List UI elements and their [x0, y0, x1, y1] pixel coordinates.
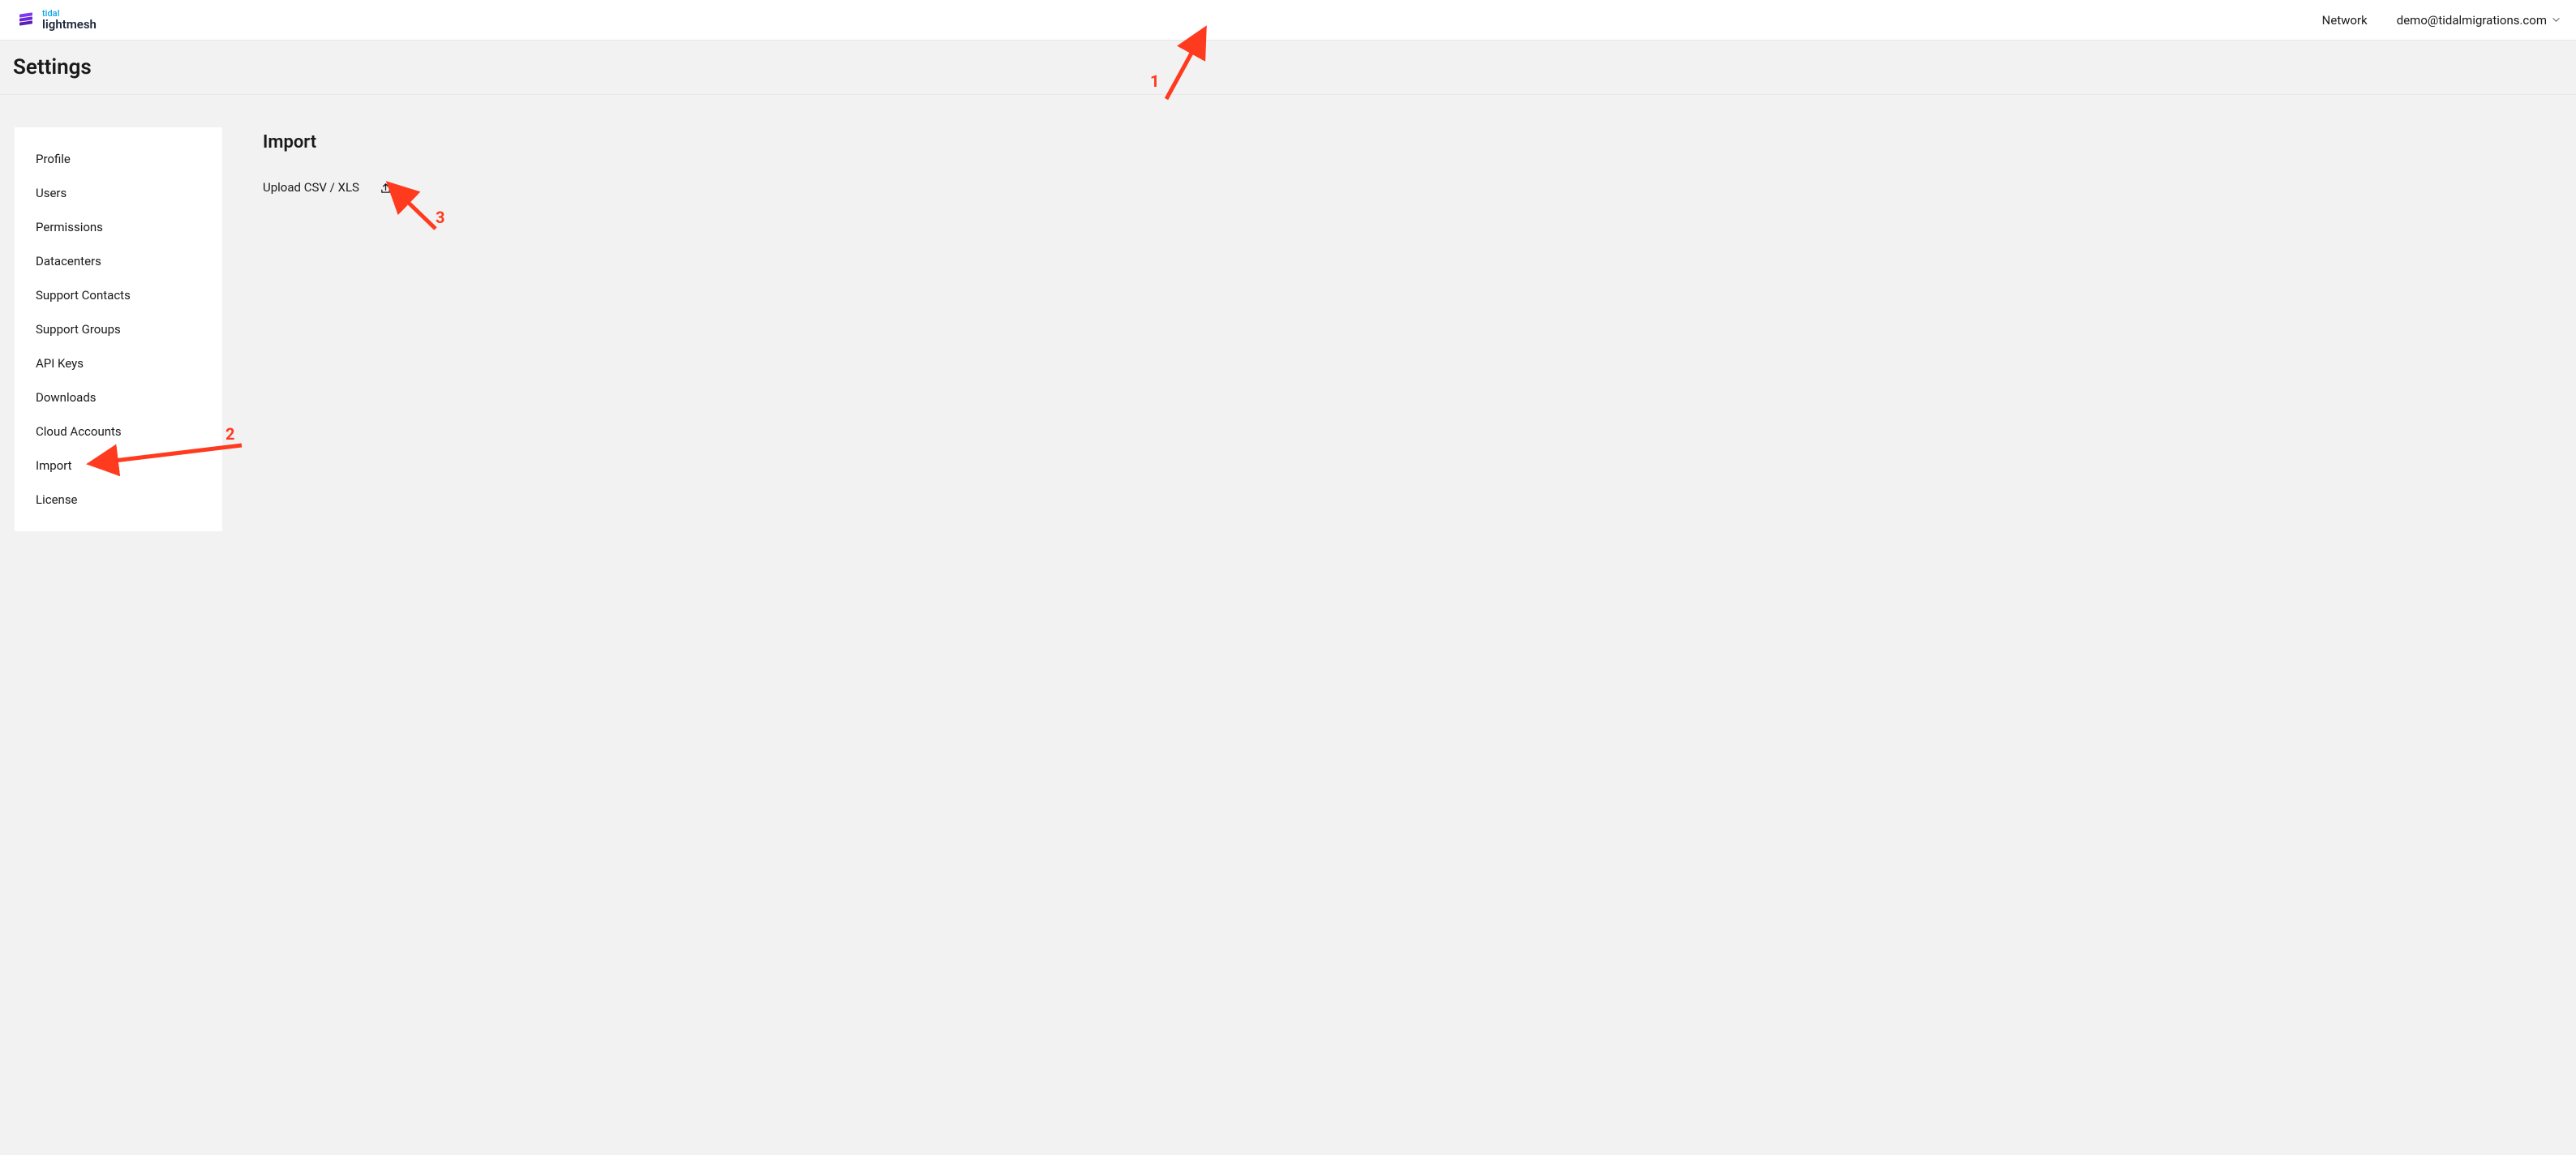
sidebar-item-profile[interactable]: Profile	[15, 142, 222, 176]
sidebar-item-cloud-accounts[interactable]: Cloud Accounts	[15, 414, 222, 449]
topbar-right: Network demo@tidalmigrations.com	[2322, 13, 2560, 28]
upload-button[interactable]	[379, 180, 393, 195]
sidebar-item-datacenters[interactable]: Datacenters	[15, 244, 222, 278]
upload-label: Upload CSV / XLS	[263, 180, 359, 195]
page-title: Settings	[13, 55, 2563, 79]
nav-network[interactable]: Network	[2322, 13, 2368, 28]
sidebar-item-license[interactable]: License	[15, 483, 222, 517]
sidebar-item-support-contacts[interactable]: Support Contacts	[15, 278, 222, 312]
sidebar-item-users[interactable]: Users	[15, 176, 222, 210]
sidebar-item-import[interactable]: Import	[15, 449, 222, 483]
main-panel: Import Upload CSV / XLS	[263, 127, 2561, 195]
topbar: tidal lightmesh Network demo@tidalmigrat…	[0, 0, 2576, 41]
settings-sidebar: Profile Users Permissions Datacenters Su…	[15, 127, 222, 531]
import-heading: Import	[263, 132, 2561, 152]
account-email: demo@tidalmigrations.com	[2397, 13, 2547, 28]
brand-icon	[16, 11, 36, 30]
brand-text: tidal lightmesh	[42, 9, 97, 31]
upload-row: Upload CSV / XLS	[263, 180, 2561, 195]
page-header: Settings	[0, 41, 2576, 95]
sidebar-item-permissions[interactable]: Permissions	[15, 210, 222, 244]
brand-logo[interactable]: tidal lightmesh	[16, 9, 97, 31]
upload-icon	[380, 182, 392, 194]
sidebar-item-downloads[interactable]: Downloads	[15, 380, 222, 414]
chevron-down-icon	[2552, 16, 2560, 24]
brand-text-bottom: lightmesh	[42, 19, 97, 31]
sidebar-item-support-groups[interactable]: Support Groups	[15, 312, 222, 346]
content: Profile Users Permissions Datacenters Su…	[0, 95, 2576, 551]
account-dropdown[interactable]: demo@tidalmigrations.com	[2397, 13, 2560, 28]
sidebar-item-api-keys[interactable]: API Keys	[15, 346, 222, 380]
